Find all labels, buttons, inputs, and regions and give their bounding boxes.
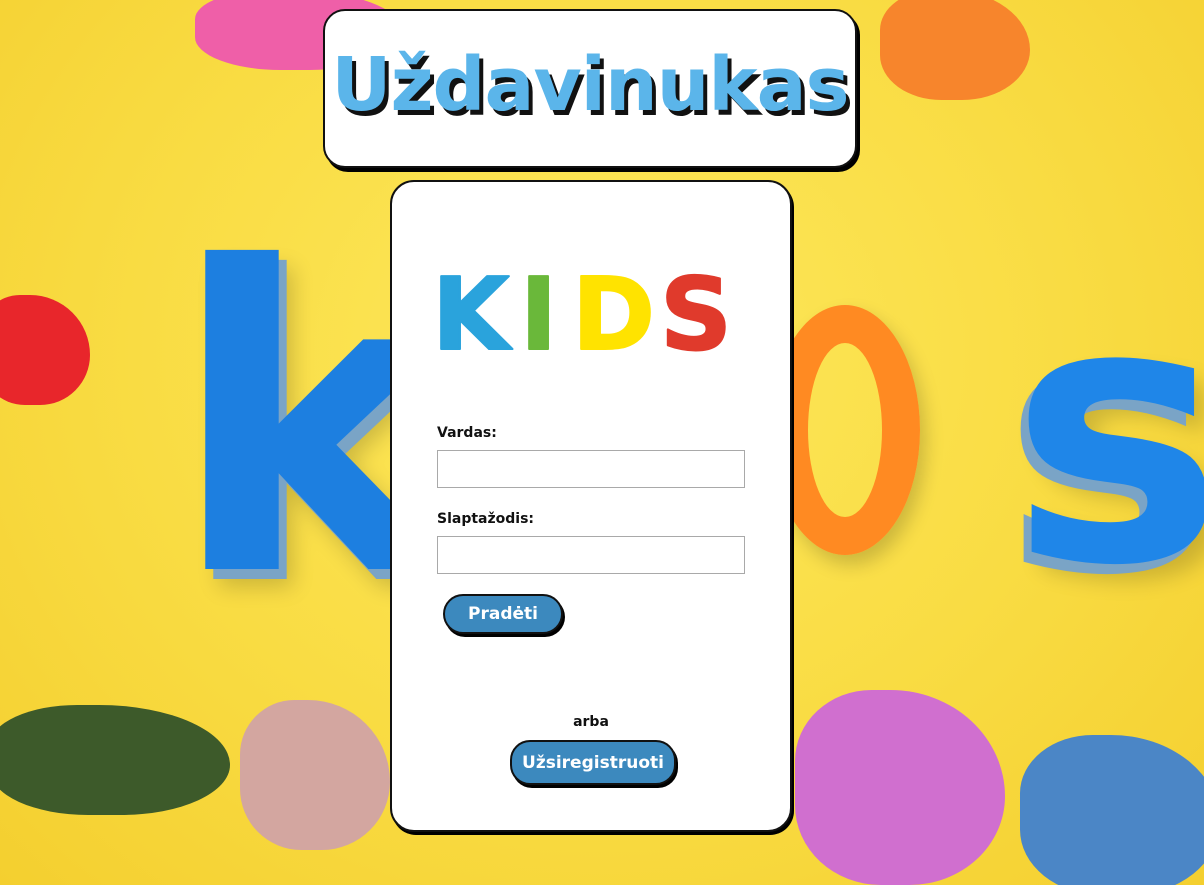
or-text: arba	[573, 714, 609, 730]
username-label: Vardas:	[437, 425, 497, 441]
toy-dino-green-left	[0, 705, 230, 815]
kids-logo-letter-s: S	[660, 256, 732, 367]
app-title: Uždavinukas	[331, 41, 849, 128]
start-button[interactable]: Pradėti	[443, 594, 563, 634]
kids-logo: K I D S	[432, 255, 733, 367]
background-letter-o	[770, 305, 920, 555]
toy-dino-blue	[1020, 735, 1204, 885]
username-input[interactable]	[437, 450, 745, 488]
toy-dino-orange-top	[880, 0, 1030, 100]
app-header: Uždavinukas	[323, 9, 857, 168]
toy-dino-bronze	[240, 700, 390, 850]
background-letter-s: s	[1010, 225, 1204, 644]
login-card: K I D S Vardas: Slaptažodis: Pradėti arb…	[390, 180, 792, 832]
password-label: Slaptažodis:	[437, 511, 535, 527]
kids-logo-letter-k: K	[432, 256, 513, 367]
kids-logo-letter-d: D	[572, 256, 655, 367]
toy-dino-red-left	[0, 295, 90, 405]
register-button[interactable]: Užsiregistruoti	[510, 740, 676, 785]
kids-logo-letter-i: I	[520, 256, 557, 367]
toy-dino-purple	[795, 690, 1005, 885]
password-input[interactable]	[437, 536, 745, 574]
